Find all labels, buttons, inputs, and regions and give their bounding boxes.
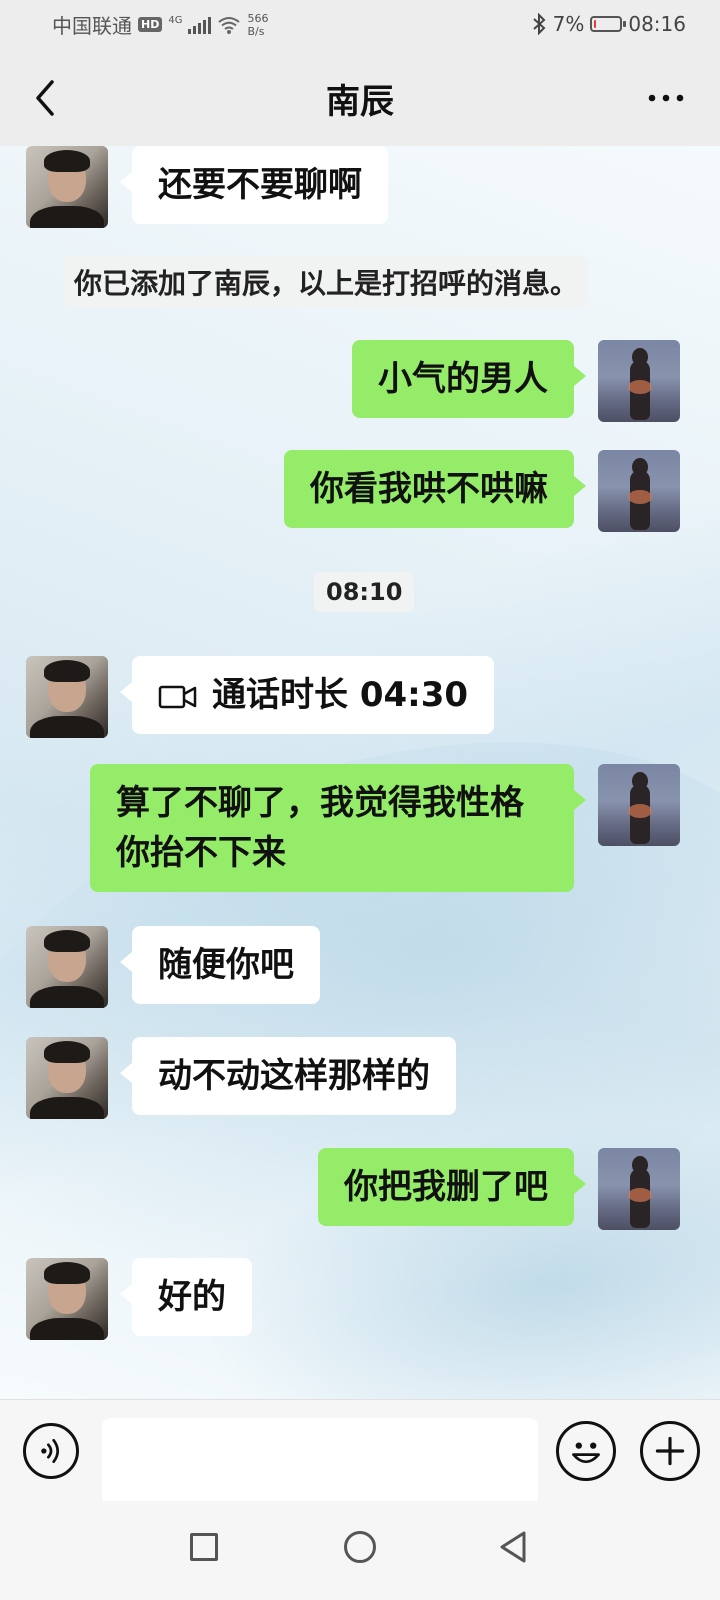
my-avatar[interactable] — [598, 1148, 680, 1230]
contact-avatar[interactable] — [26, 926, 108, 1008]
recent-apps-button[interactable] — [190, 1533, 218, 1561]
contact-avatar[interactable] — [26, 1037, 108, 1119]
wifi-icon — [218, 16, 241, 34]
network-speed: 566 B/s — [247, 12, 268, 38]
video-call-icon — [158, 685, 197, 708]
signal-icon — [188, 16, 212, 34]
contact-avatar[interactable] — [26, 656, 108, 738]
carrier-label: 中国联通 — [52, 14, 132, 38]
message-bubble-outgoing[interactable]: 小气的男人 — [352, 340, 586, 418]
message-bubble-outgoing[interactable]: 算了不聊了，我觉得我性格你抬不下来 — [90, 764, 586, 892]
bluetooth-icon — [532, 13, 546, 35]
contact-avatar[interactable] — [26, 1258, 108, 1340]
message-bubble-incoming[interactable]: 还要不要聊啊 — [120, 146, 388, 224]
more-options-button[interactable] — [646, 80, 686, 116]
input-bar — [0, 1399, 720, 1506]
status-left: 中国联通 HD 4G 566 B/s — [52, 10, 268, 39]
battery-icon — [590, 16, 627, 32]
speed-unit: B/s — [247, 24, 265, 38]
call-duration: 通话时长 04:30 — [212, 675, 469, 715]
message-bubble-incoming[interactable]: 随便你吧 — [120, 926, 320, 1004]
clock: 08:16 — [628, 12, 686, 36]
nav-back-button[interactable] — [498, 1529, 528, 1565]
message-bubble-outgoing[interactable]: 你看我哄不哄嘛 — [284, 450, 586, 528]
my-avatar[interactable] — [598, 764, 680, 846]
voice-button[interactable] — [23, 1423, 79, 1479]
message-input[interactable] — [102, 1418, 538, 1506]
timestamp: 08:10 — [314, 572, 415, 612]
status-bar: 中国联通 HD 4G 566 B/s 7% 08:16 — [0, 0, 720, 50]
speed-value: 566 — [247, 11, 269, 25]
battery-percent: 7% — [552, 12, 585, 36]
message-bubble-incoming[interactable]: 动不动这样那样的 — [120, 1037, 456, 1115]
call-record-bubble[interactable]: 通话时长 04:30 — [119, 656, 495, 734]
my-avatar[interactable] — [598, 340, 680, 422]
home-button[interactable] — [344, 1531, 376, 1563]
battery-fill — [594, 20, 597, 28]
plus-button[interactable] — [640, 1421, 700, 1481]
message-bubble-outgoing[interactable]: 你把我删了吧 — [318, 1148, 586, 1226]
message-bubble-incoming[interactable]: 好的 — [120, 1258, 252, 1336]
system-nav-bar — [0, 1501, 720, 1600]
chat-header: 南辰 — [0, 50, 720, 146]
system-notice: 你已添加了南辰，以上是打招呼的消息。 — [64, 256, 589, 308]
contact-avatar[interactable] — [26, 146, 108, 228]
hd-badge: HD — [138, 17, 163, 32]
status-right: 7% 08:16 — [531, 12, 686, 36]
chat-area[interactable]: 还要不要聊啊 你已添加了南辰，以上是打招呼的消息。 小气的男人 你看我哄不哄嘛 … — [0, 146, 720, 1399]
chat-title: 南辰 — [326, 82, 394, 122]
emoji-button[interactable] — [556, 1421, 616, 1481]
network-type: 4G — [168, 14, 183, 26]
my-avatar[interactable] — [598, 450, 680, 532]
